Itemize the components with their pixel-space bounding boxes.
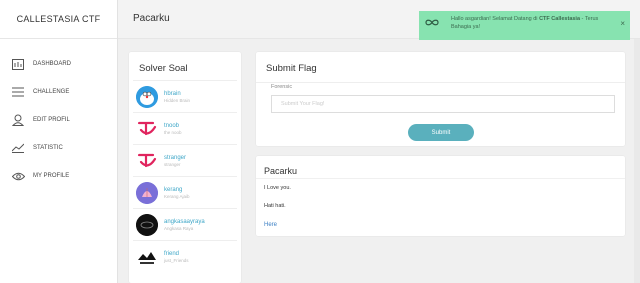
brand-title: CALLESTASIA CTF (0, 0, 117, 39)
solver-subtitle: Kerang Ajaib (164, 193, 190, 199)
dashboard-icon (11, 58, 25, 70)
list-item[interactable]: stranger stranger (133, 144, 237, 176)
avatar (136, 213, 158, 236)
sidebar: CALLESTASIA CTF DASHBOARD CHALLENGE EDIT… (0, 0, 118, 283)
challenge-link[interactable]: Here (264, 222, 277, 228)
solver-name: kerang (164, 186, 183, 193)
challenge-panel: Pacarku I Love you. Hati hati. Here (256, 156, 625, 236)
solver-name: stranger (164, 154, 187, 161)
page-title: Pacarku (133, 13, 170, 24)
sidebar-item-challenge[interactable]: CHALLENGE (0, 82, 118, 102)
sidebar-item-label: MY PROFILE (33, 173, 70, 179)
avatar (136, 149, 158, 172)
sidebar-item-statistic[interactable]: STATISTIC (0, 138, 118, 158)
list-item[interactable]: kerang Kerang Ajaib (133, 176, 237, 208)
chart-line-icon (11, 142, 25, 154)
list-item[interactable]: tnoob the noob (133, 112, 237, 144)
sidebar-item-label: STATISTIC (33, 145, 63, 151)
solver-title: Solver Soal (139, 63, 188, 74)
sidebar-item-label: EDIT PROFIL (33, 117, 70, 123)
sidebar-item-edit-profil[interactable]: EDIT PROFIL (0, 110, 118, 130)
list-item[interactable]: angkasaayraya Angkasa Raya (133, 208, 237, 240)
challenge-description: I Love you. (264, 185, 291, 191)
solver-name: hbrain (164, 90, 181, 97)
submit-button[interactable]: Submit (408, 124, 474, 141)
avatar (136, 245, 158, 268)
close-icon[interactable]: × (620, 20, 625, 28)
eye-icon (11, 170, 25, 182)
solver-subtitle: stranger (164, 161, 181, 167)
sidebar-item-my-profile[interactable]: MY PROFILE (0, 166, 118, 186)
list-item[interactable]: hbrain Hidden Brain (133, 80, 237, 112)
submit-title: Submit Flag (266, 63, 317, 74)
infinity-icon (425, 19, 439, 30)
divider (256, 178, 625, 179)
avatar (136, 85, 158, 108)
solver-subtitle: Hidden Brain (164, 97, 191, 103)
list-item[interactable]: friend just_Friends (133, 240, 237, 272)
solver-name: angkasaayraya (164, 218, 205, 225)
solver-name: tnoob (164, 122, 180, 129)
toast-text: Hallo asgardian! Selamat Datang di CTF C… (451, 16, 599, 30)
flag-input[interactable] (271, 95, 615, 113)
solver-subtitle: just_Friends (164, 257, 189, 263)
challenge-description: Hati hati. (264, 203, 286, 209)
challenge-title: Pacarku (264, 166, 298, 176)
avatar (136, 181, 158, 204)
solver-panel: Solver Soal hbrain Hidden Brain tnoob th… (129, 52, 241, 283)
solver-subtitle: Angkasa Raya (164, 225, 194, 231)
menu-icon (11, 86, 25, 98)
welcome-toast: Hallo asgardian! Selamat Datang di CTF C… (419, 11, 630, 40)
sidebar-item-label: DASHBOARD (33, 61, 72, 67)
scrollbar[interactable] (634, 39, 640, 283)
solver-name: friend (164, 250, 180, 257)
avatar (136, 117, 158, 140)
divider (256, 82, 625, 83)
category-label: Forensic (271, 84, 293, 90)
sidebar-item-dashboard[interactable]: DASHBOARD (0, 54, 118, 74)
sidebar-item-label: CHALLENGE (33, 89, 70, 95)
solver-subtitle: the noob (164, 129, 182, 135)
user-icon (11, 114, 25, 126)
